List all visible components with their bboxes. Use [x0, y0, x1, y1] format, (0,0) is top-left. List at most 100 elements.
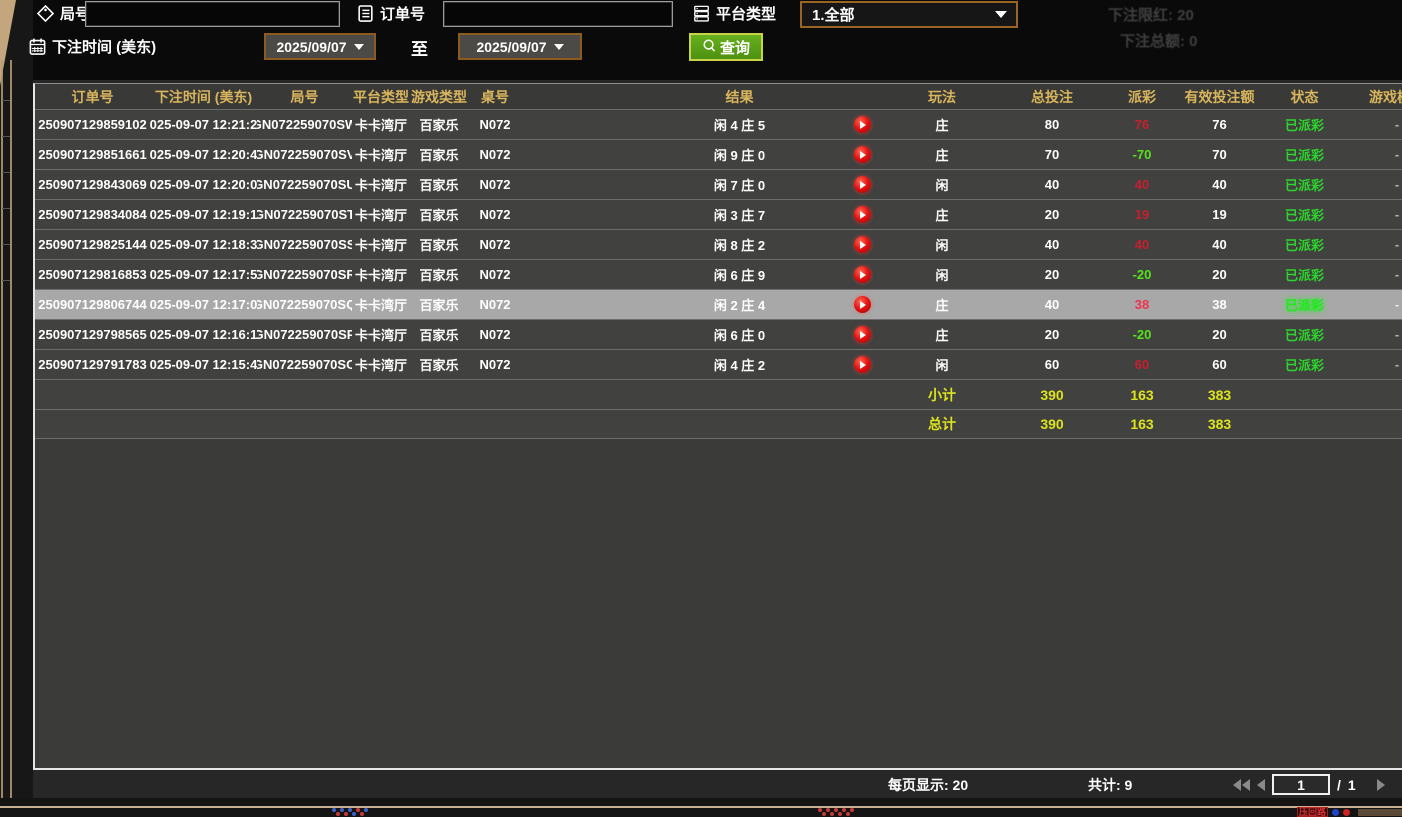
cell-order-number: 250907129806744 [35, 290, 150, 319]
cell-play-type: 庄 [887, 200, 997, 229]
chevron-down-icon [554, 44, 564, 50]
video-replay-icon[interactable] [854, 296, 871, 313]
cell-round-number: GN072259070SW [257, 110, 352, 139]
cell-spacer [522, 350, 642, 379]
table-row[interactable]: 2509071297917832025-09-07 12:15:41GN0722… [35, 349, 1402, 379]
background-line [10, 60, 12, 807]
cell-total-bet: 20 [997, 260, 1107, 289]
cell-order-number: 250907129791783 [35, 350, 150, 379]
column-header: 派彩 [1107, 84, 1177, 109]
table-row[interactable]: 2509071297985652025-09-07 12:16:17GN0722… [35, 319, 1402, 349]
first-page-button[interactable] [1233, 779, 1250, 791]
cell-total-bet: 20 [997, 320, 1107, 349]
video-replay-icon[interactable] [854, 206, 871, 223]
video-replay-icon[interactable] [854, 326, 871, 343]
cell-play-type: 闲 [887, 260, 997, 289]
table-row[interactable]: 2509071298591022025-09-07 12:21:24GN0722… [35, 109, 1402, 139]
cell-total-bet: 390 [997, 380, 1107, 409]
search-button[interactable]: 查询 [689, 33, 763, 61]
cell-table-number: N072 [468, 140, 522, 169]
background-badge: 压回路 [1297, 807, 1328, 817]
table-row[interactable]: 2509071298168532025-09-07 12:17:50GN0722… [35, 259, 1402, 289]
cell-bet-time: 2025-09-07 12:16:17 [150, 320, 257, 349]
cell-table-number: N072 [468, 200, 522, 229]
cell-total-bet: 40 [997, 170, 1107, 199]
platform-type-select[interactable]: 1.全部 [800, 1, 1018, 28]
cell-payout: 40 [1107, 170, 1177, 199]
page-total: 1 [1348, 777, 1356, 793]
date-to-picker[interactable]: 2025/09/07 [458, 33, 582, 60]
video-replay-icon[interactable] [854, 176, 871, 193]
cell-total-bet: 40 [997, 230, 1107, 259]
cell-result: 闲 4 庄 2 [642, 350, 837, 379]
cell-play-type: 闲 [887, 170, 997, 199]
cell-total-payout: 163 [1107, 410, 1177, 438]
cell-game-mode: - [1347, 230, 1402, 259]
cell-platform: 卡卡湾厅 [352, 200, 410, 229]
cell-platform: 卡卡湾厅 [352, 230, 410, 259]
cell-total-bet: 390 [997, 410, 1107, 438]
cell-game-type: 百家乐 [410, 230, 468, 259]
background-block [1358, 809, 1402, 816]
cell-result: 闲 6 庄 0 [642, 320, 837, 349]
date-from-picker[interactable]: 2025/09/07 [264, 33, 376, 60]
cell-valid-bet: 70 [1177, 140, 1262, 169]
cell-table-number: N072 [468, 350, 522, 379]
video-replay-icon[interactable] [854, 146, 871, 163]
video-replay-icon[interactable] [854, 266, 871, 283]
cell-game-type: 百家乐 [410, 110, 468, 139]
cell-table-number: N072 [468, 260, 522, 289]
cell-valid-bet: 19 [1177, 200, 1262, 229]
cell-empty [1347, 410, 1402, 438]
cell-platform: 卡卡湾厅 [352, 140, 410, 169]
table-row[interactable]: 2509071298340842025-09-07 12:19:16GN0722… [35, 199, 1402, 229]
document-list-icon [356, 4, 375, 23]
cell-valid-bet: 40 [1177, 230, 1262, 259]
page-input[interactable] [1272, 774, 1330, 795]
video-replay-icon[interactable] [854, 116, 871, 133]
cell-empty [837, 380, 887, 409]
cell-table-number: N072 [468, 170, 522, 199]
cell-empty [522, 380, 642, 409]
background-left-edge [0, 0, 33, 817]
cell-empty [352, 410, 410, 438]
cell-game-mode: - [1347, 260, 1402, 289]
cell-spacer [522, 290, 642, 319]
cell-bet-time: 2025-09-07 12:19:16 [150, 200, 257, 229]
table-row[interactable]: 2509071298067442025-09-07 12:17:00GN0722… [35, 289, 1402, 319]
column-spacer [522, 84, 642, 109]
cell-game-mode: - [1347, 110, 1402, 139]
column-header: 状态 [1262, 84, 1347, 109]
per-page-label: 每页显示: 20 [888, 775, 968, 795]
table-row[interactable]: 2509071298251442025-09-07 12:18:32GN0722… [35, 229, 1402, 259]
cell-result: 闲 2 庄 4 [642, 290, 837, 319]
column-header: 桌号 [468, 84, 522, 109]
cell-game-mode: - [1347, 200, 1402, 229]
cell-round-number: GN072259070SR [257, 260, 352, 289]
column-header: 下注时间 (美东) [150, 84, 257, 109]
cell-result: 闲 9 庄 0 [642, 140, 837, 169]
cell-empty [837, 410, 887, 438]
table-row[interactable]: 2509071298516612025-09-07 12:20:46GN0722… [35, 139, 1402, 169]
video-replay-icon[interactable] [854, 236, 871, 253]
cell-table-number: N072 [468, 320, 522, 349]
column-header: 游戏类型 [410, 84, 468, 109]
cell-spacer [522, 230, 642, 259]
cell-platform: 卡卡湾厅 [352, 350, 410, 379]
cell-empty [410, 410, 468, 438]
column-header: 有效投注额 [1177, 84, 1262, 109]
cell-total-bet: 40 [997, 290, 1107, 319]
cell-payout: -70 [1107, 140, 1177, 169]
cell-bet-time: 2025-09-07 12:17:50 [150, 260, 257, 289]
order-number-input[interactable] [443, 1, 673, 27]
round-number-input[interactable] [85, 1, 340, 27]
table-row[interactable]: 2509071298430692025-09-07 12:20:00GN0722… [35, 169, 1402, 199]
cell-table-number: N072 [468, 290, 522, 319]
cell-round-number: GN072259070SP [257, 320, 352, 349]
video-replay-icon[interactable] [854, 356, 871, 373]
prev-page-button[interactable] [1257, 779, 1265, 791]
cell-order-number: 250907129816853 [35, 260, 150, 289]
cell-platform: 卡卡湾厅 [352, 290, 410, 319]
cell-status: 已派彩 [1262, 200, 1347, 229]
next-page-button[interactable] [1377, 779, 1385, 791]
